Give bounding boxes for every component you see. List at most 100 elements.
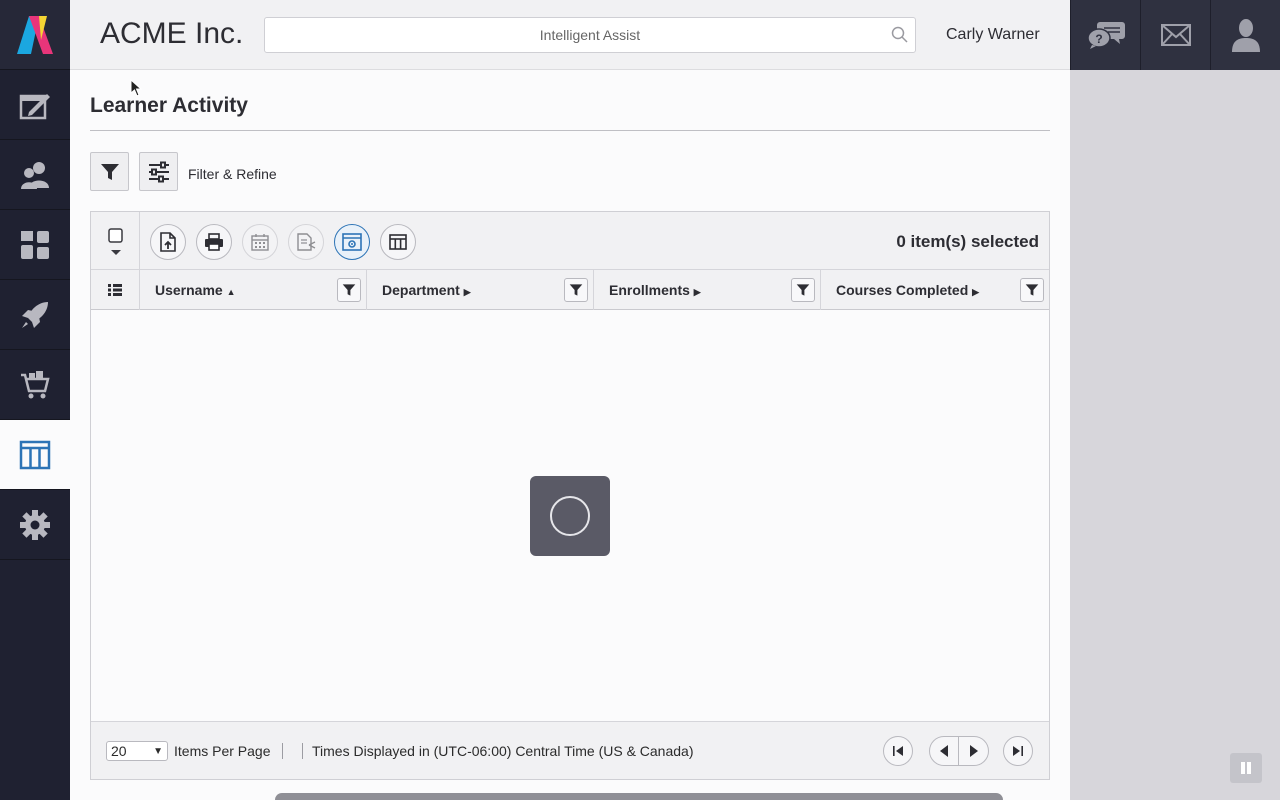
column-chooser-button[interactable] — [91, 270, 140, 310]
previous-page-button[interactable] — [930, 737, 959, 765]
dashboard-icon — [21, 230, 49, 259]
report-share-icon — [297, 233, 316, 251]
sidebar-item-reports[interactable] — [0, 420, 70, 490]
list-icon — [108, 284, 122, 296]
export-button[interactable] — [150, 224, 186, 260]
refine-button[interactable] — [139, 152, 178, 191]
top-header: ACME Inc. Intelligent Assist Carly Warne… — [70, 0, 1070, 70]
help-chat-icon: ? — [1086, 22, 1125, 49]
sidebar — [0, 0, 70, 800]
grid-header-row: Username ▲ Department ▶ Enrollments ▶ Co… — [91, 270, 1049, 310]
column-filter-button[interactable] — [1020, 278, 1044, 302]
grid-toolbar: 0 item(s) selected — [91, 212, 1049, 270]
mouse-cursor-icon — [130, 79, 143, 97]
footer-divider — [302, 743, 303, 759]
spinner-icon — [550, 496, 590, 536]
print-button[interactable] — [196, 224, 232, 260]
filter-refine-label: Filter & Refine — [188, 166, 277, 182]
columns-icon — [389, 234, 407, 250]
filter-icon — [569, 284, 583, 296]
help-chat-button[interactable]: ? — [1070, 0, 1140, 70]
sidebar-item-settings[interactable] — [0, 490, 70, 560]
column-filter-button[interactable] — [337, 278, 361, 302]
export-icon — [160, 232, 176, 252]
timezone-text: Times Displayed in (UTC-06:00) Central T… — [312, 743, 694, 759]
column-header-courses-completed[interactable]: Courses Completed ▶ — [821, 270, 1049, 310]
column-label: Department ▶ — [382, 282, 471, 298]
top-actions: ? — [1070, 0, 1280, 70]
filter-icon — [100, 163, 119, 180]
acme-logo[interactable] — [0, 0, 70, 70]
sidebar-item-launch[interactable] — [0, 280, 70, 350]
rocket-icon — [22, 301, 48, 328]
items-per-page-value: 20 — [111, 743, 127, 759]
sort-indicator-icon: ▶ — [693, 287, 701, 297]
report-grid: 0 item(s) selected Username ▲ Department… — [90, 211, 1050, 780]
users-icon — [21, 161, 49, 189]
column-filter-button[interactable] — [791, 278, 815, 302]
filter-icon — [342, 284, 356, 296]
sort-indicator-icon: ▶ — [463, 287, 471, 297]
select-all-dropdown[interactable] — [91, 212, 140, 270]
last-page-button[interactable] — [1003, 736, 1033, 766]
sidebar-item-shop[interactable] — [0, 350, 70, 420]
filter-icon — [1025, 284, 1039, 296]
company-name: ACME Inc. — [100, 17, 244, 50]
gear-icon — [20, 509, 50, 540]
first-page-icon — [893, 746, 903, 756]
page-title: Learner Activity — [90, 94, 248, 117]
logo-icon — [17, 15, 53, 54]
grid-footer: 20 ▼ Items Per Page Times Displayed in (… — [91, 721, 1049, 779]
sidebar-item-dashboard[interactable] — [0, 210, 70, 280]
edit-icon — [19, 93, 50, 119]
horizontal-scrollbar[interactable] — [275, 793, 1003, 800]
items-per-page-label: Items Per Page — [174, 743, 271, 759]
messages-button[interactable] — [1140, 0, 1210, 70]
last-page-icon — [1013, 746, 1023, 756]
sidebar-item-edit[interactable] — [0, 70, 70, 140]
chevron-down-icon: ▼ — [153, 746, 163, 757]
profile-icon — [1231, 19, 1260, 52]
selected-count: 0 item(s) selected — [896, 232, 1039, 251]
search-icon[interactable] — [891, 26, 909, 44]
column-label: Enrollments ▶ — [609, 282, 701, 298]
column-header-username[interactable]: Username ▲ — [140, 270, 367, 310]
pause-icon — [1241, 762, 1251, 774]
search-placeholder: Intelligent Assist — [539, 27, 641, 43]
column-label: Username ▲ — [155, 282, 236, 298]
sort-ascending-icon: ▲ — [226, 287, 236, 297]
main-content: Learner Activity Filter & Refine 0 item(… — [70, 70, 1070, 800]
print-icon — [205, 233, 223, 251]
chevron-left-icon — [940, 745, 948, 757]
reports-table-icon — [19, 440, 51, 469]
first-page-button[interactable] — [883, 736, 913, 766]
mail-icon — [1160, 24, 1191, 46]
sliders-icon — [148, 161, 169, 182]
schedule-button[interactable] — [242, 224, 278, 260]
next-page-button[interactable] — [959, 737, 988, 765]
sidebar-item-users[interactable] — [0, 140, 70, 210]
checkbox-dropdown-icon — [108, 228, 123, 255]
items-per-page-select[interactable]: 20 ▼ — [106, 741, 168, 761]
svg-text:?: ? — [1095, 32, 1102, 46]
filter-icon — [796, 284, 810, 296]
user-name[interactable]: Carly Warner — [946, 26, 1040, 44]
column-filter-button[interactable] — [564, 278, 588, 302]
title-divider — [90, 130, 1050, 131]
cart-icon — [21, 370, 50, 398]
column-header-enrollments[interactable]: Enrollments ▶ — [594, 270, 821, 310]
columns-button[interactable] — [380, 224, 416, 260]
column-label: Courses Completed ▶ — [836, 282, 980, 298]
profile-button[interactable] — [1210, 0, 1280, 70]
calendar-icon — [251, 234, 269, 251]
column-header-department[interactable]: Department ▶ — [367, 270, 594, 310]
filter-button[interactable] — [90, 152, 129, 191]
prev-next-group — [929, 736, 989, 766]
window-settings-icon — [342, 233, 362, 251]
loading-spinner — [530, 476, 610, 556]
search-input[interactable]: Intelligent Assist — [264, 17, 916, 53]
footer-divider — [282, 743, 283, 759]
pause-button[interactable] — [1230, 753, 1262, 783]
report-settings-button[interactable] — [334, 224, 370, 260]
share-report-button[interactable] — [288, 224, 324, 260]
